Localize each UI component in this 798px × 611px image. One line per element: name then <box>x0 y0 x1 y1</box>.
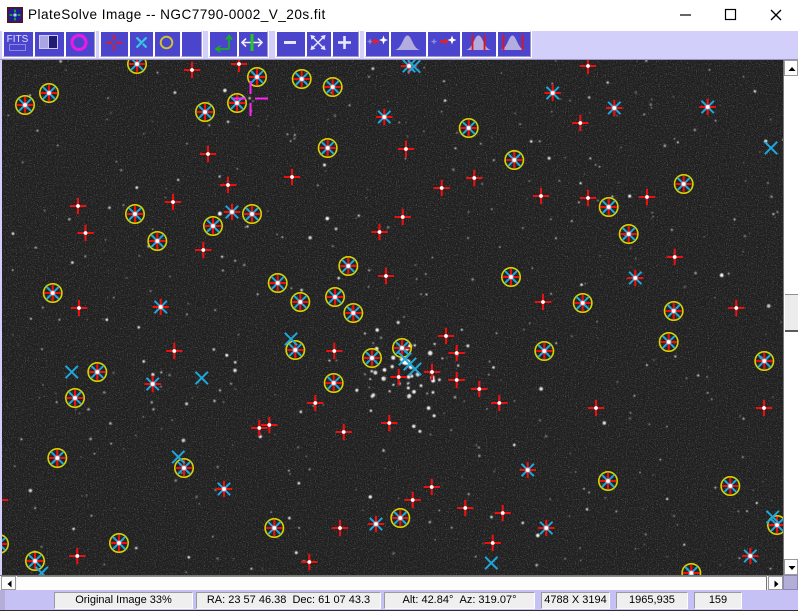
svg-text:FITS: FITS <box>7 34 29 45</box>
